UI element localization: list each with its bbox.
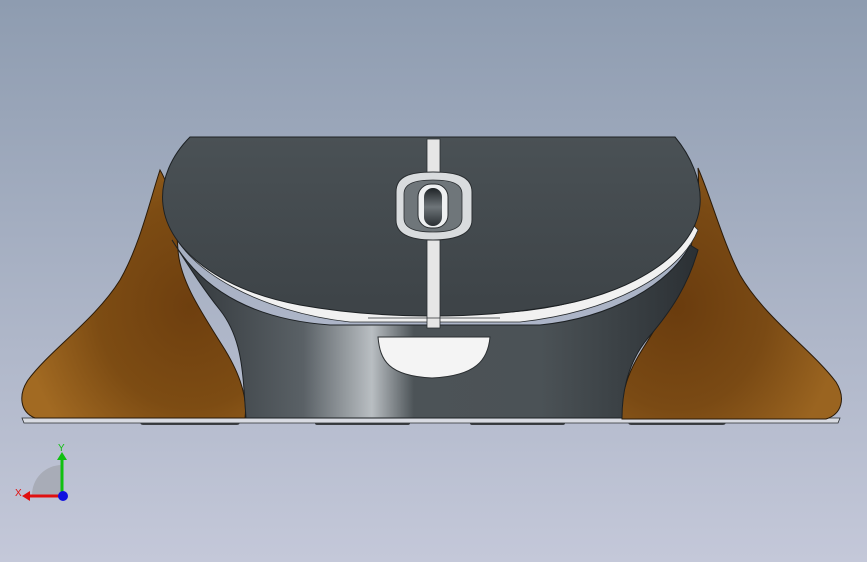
3d-viewport[interactable]: X Y xyxy=(0,0,867,562)
triad-plane-fill xyxy=(32,465,62,495)
z-axis-dot xyxy=(58,491,68,501)
model-canvas xyxy=(0,0,867,562)
x-axis-label: X xyxy=(15,488,22,499)
y-axis-label: Y xyxy=(58,443,65,454)
scroll-wheel xyxy=(395,171,473,241)
x-arrow-head-icon xyxy=(22,491,30,501)
axis-triad: X Y xyxy=(12,440,74,508)
